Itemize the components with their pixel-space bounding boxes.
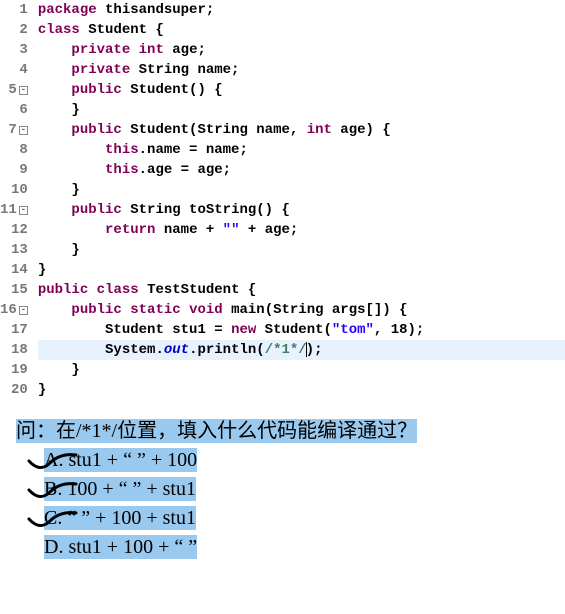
line-number: 3 [0, 40, 28, 60]
code-line[interactable]: private int age; [38, 40, 565, 60]
code-line[interactable]: } [38, 100, 565, 120]
code-line[interactable]: } [38, 240, 565, 260]
answer-option-text: C. “ ” + 100 + stu1 [44, 506, 196, 530]
code-line[interactable]: } [38, 360, 565, 380]
line-number: 14 [0, 260, 28, 280]
code-line[interactable]: public static void main(String args[]) { [38, 300, 565, 320]
line-number: 4 [0, 60, 28, 80]
line-number: 17 [0, 320, 28, 340]
question-area: 问：在/*1*/位置，填入什么代码能编译通过？ A. stu1 + “ ” + … [0, 414, 565, 559]
line-number: 8 [0, 140, 28, 160]
code-line[interactable]: return name + "" + age; [38, 220, 565, 240]
code-line[interactable]: public Student(String name, int age) { [38, 120, 565, 140]
line-number: 11- [0, 200, 28, 220]
code-line[interactable]: public Student() { [38, 80, 565, 100]
answer-option: B. 100 + “ ” + stu1 [44, 478, 565, 501]
line-number: 9 [0, 160, 28, 180]
code-area[interactable]: package thisandsuper;class Student { pri… [32, 0, 565, 400]
answer-option: D. stu1 + 100 + “ ” [44, 536, 565, 559]
line-number: 10 [0, 180, 28, 200]
answer-option: C. “ ” + 100 + stu1 [44, 507, 565, 530]
line-number: 7- [0, 120, 28, 140]
fold-toggle-icon[interactable]: - [19, 86, 28, 95]
question-prompt-text: 问：在/*1*/位置，填入什么代码能编译通过？ [16, 419, 417, 443]
code-line[interactable]: Student stu1 = new Student("tom", 18); [38, 320, 565, 340]
line-number: 19 [0, 360, 28, 380]
line-number: 18 [0, 340, 28, 360]
answer-option-text: A. stu1 + “ ” + 100 [44, 448, 197, 472]
code-line[interactable]: this.age = age; [38, 160, 565, 180]
line-number: 13 [0, 240, 28, 260]
answer-option-text: B. 100 + “ ” + stu1 [44, 477, 196, 501]
code-line[interactable]: System.out.println(/*1*/); [38, 340, 565, 360]
code-editor: 12345-67-891011-1213141516-17181920 pack… [0, 0, 565, 400]
code-line[interactable]: private String name; [38, 60, 565, 80]
code-line[interactable]: this.name = name; [38, 140, 565, 160]
line-number-gutter: 12345-67-891011-1213141516-17181920 [0, 0, 32, 400]
line-number: 16- [0, 300, 28, 320]
line-number: 20 [0, 380, 28, 400]
code-line[interactable]: public class TestStudent { [38, 280, 565, 300]
code-line[interactable]: } [38, 380, 565, 400]
fold-toggle-icon[interactable]: - [19, 306, 28, 315]
answer-option: A. stu1 + “ ” + 100 [44, 449, 565, 472]
line-number: 15 [0, 280, 28, 300]
answer-option-text: D. stu1 + 100 + “ ” [44, 535, 197, 559]
line-number: 2 [0, 20, 28, 40]
code-line[interactable]: class Student { [38, 20, 565, 40]
line-number: 1 [0, 0, 28, 20]
code-line[interactable]: } [38, 260, 565, 280]
line-number: 12 [0, 220, 28, 240]
fold-toggle-icon[interactable]: - [19, 126, 28, 135]
line-number: 5- [0, 80, 28, 100]
code-line[interactable]: public String toString() { [38, 200, 565, 220]
question-prompt: 问：在/*1*/位置，填入什么代码能编译通过？ [16, 414, 565, 443]
fold-toggle-icon[interactable]: - [19, 206, 28, 215]
code-line[interactable]: package thisandsuper; [38, 0, 565, 20]
code-line[interactable]: } [38, 180, 565, 200]
line-number: 6 [0, 100, 28, 120]
